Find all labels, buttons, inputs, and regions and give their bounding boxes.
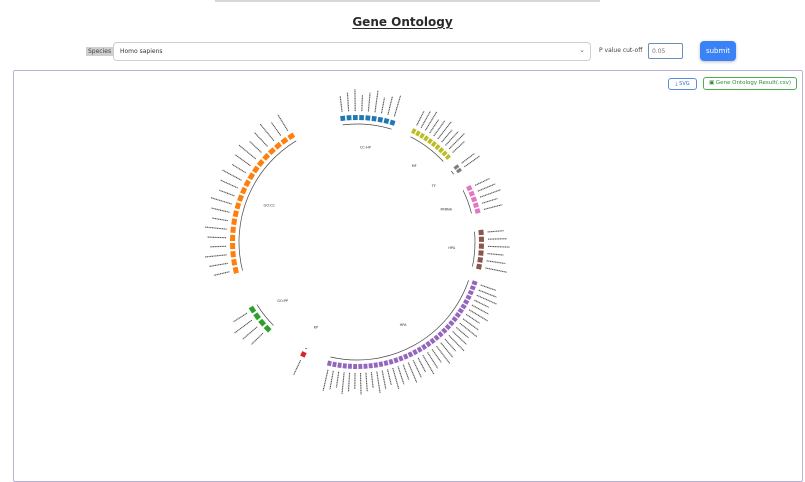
- download-svg-button[interactable]: ⤓ SVG: [668, 78, 697, 90]
- download-csv-label: Gene Ontology Result(.csv): [716, 80, 791, 86]
- top-divider: [215, 0, 600, 2]
- pvalue-label: P value cut-off: [599, 47, 642, 54]
- submit-button[interactable]: submit: [700, 41, 736, 61]
- chevron-down-icon: ⌄: [579, 46, 585, 54]
- species-label: Species: [86, 47, 113, 56]
- species-select[interactable]: Homo sapiens ⌄: [113, 42, 591, 61]
- results-panel: [13, 70, 803, 482]
- file-icon: ▣: [709, 80, 714, 86]
- species-value: Homo sapiens: [120, 48, 163, 55]
- pvalue-input[interactable]: [648, 43, 683, 59]
- page-title: Gene Ontology: [0, 15, 805, 29]
- download-csv-button[interactable]: ▣ Gene Ontology Result(.csv): [703, 77, 797, 90]
